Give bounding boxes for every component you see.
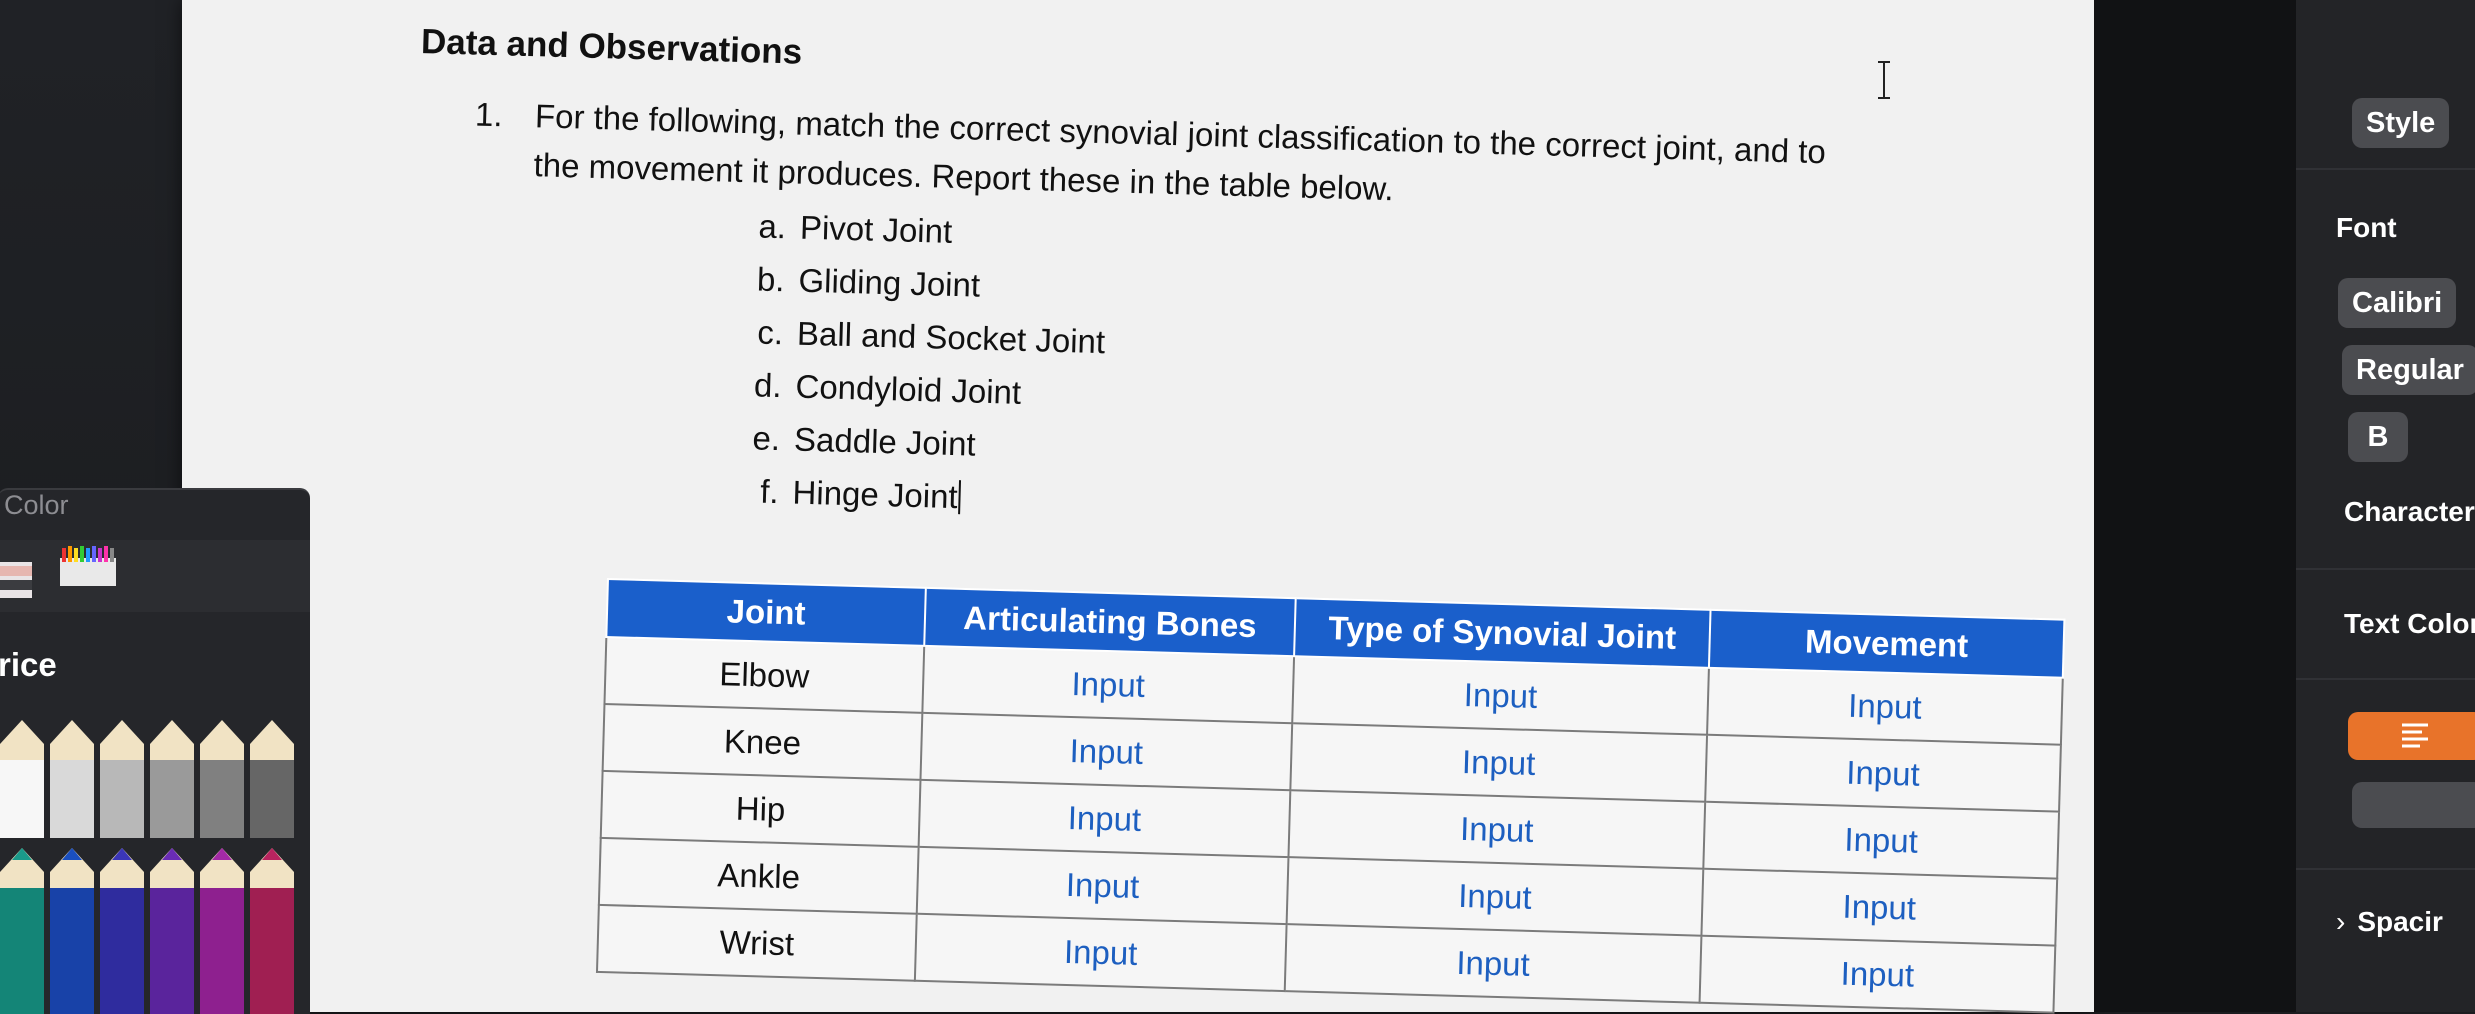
align-left-button[interactable] [2348,712,2475,760]
joint-cell: Wrist [596,904,917,981]
input-cell[interactable]: Input [914,913,1287,992]
spacing-section[interactable]: › Spacir [2336,906,2443,938]
input-cell[interactable]: Input [1707,667,2063,745]
input-cell[interactable]: Input [1288,790,1706,869]
joint-table: Joint Articulating Bones Type of Synovia… [596,578,2065,1014]
window-gap [2094,0,2296,1012]
option-label: Gliding Joint [798,261,981,304]
header-articulating-bones: Articulating Bones [924,587,1296,657]
chevron-right-icon: › [2336,906,2346,937]
divider [2296,678,2475,680]
divider [2296,568,2475,570]
input-cell[interactable]: Input [1703,801,2060,879]
input-cell[interactable]: Input [920,712,1293,791]
font-family-select[interactable]: Calibri [2338,278,2457,328]
paragraph-style-button[interactable] [2352,782,2475,828]
pencil-row-top [0,720,294,838]
bold-button[interactable]: B [2348,412,2408,462]
option-label: Hinge Joint [792,473,959,515]
joint-cell: Knee [602,703,923,780]
header-joint: Joint [606,579,926,646]
font-label: Font [2336,212,2397,243]
color-pencils-picker[interactable] [0,720,310,1014]
text-color-label: Text Color [2344,608,2475,639]
input-cell[interactable]: Input [1701,868,2058,946]
input-cell[interactable]: Input [918,779,1291,858]
document-page[interactable]: Data and Observations 1. For the followi… [182,0,2094,1014]
character-styles-label[interactable]: Character [2344,496,2475,528]
header-movement: Movement [1708,609,2065,678]
color-panel-title: Color [4,490,69,520]
divider [2296,168,2475,170]
pencils-tab-icon[interactable] [58,542,118,590]
font-style-select[interactable]: Regular [2342,345,2475,395]
joint-cell: Elbow [604,637,925,713]
color-panel[interactable]: Color rice [0,488,310,1014]
option-label: Pivot Joint [799,208,953,250]
option-label: Ball and Socket Joint [796,314,1106,360]
option-label: Condyloid Joint [795,367,1022,411]
pencil-row-bottom [0,848,294,1014]
input-cell[interactable]: Input [916,846,1289,925]
input-cell[interactable]: Input [1292,656,1709,735]
input-cell[interactable]: Input [1290,723,1708,802]
text-caret [958,479,962,514]
format-inspector: Style Font Calibri Regular B Character T… [2296,0,2475,1012]
option-label: Saddle Joint [793,420,977,463]
spacing-label: Spacir [2357,906,2443,937]
partial-label: rice [0,646,57,683]
joint-cell: Ankle [598,837,919,914]
joint-options-list: a. Pivot Joint b. Gliding Joint c. Ball and… [408,190,2056,554]
divider [2296,868,2475,870]
ibeam-cursor-icon [1878,61,1890,99]
question-number: 1. [474,95,504,134]
color-picker-tabs [0,540,310,612]
joint-cell: Hip [600,770,921,847]
input-cell[interactable]: Input [1284,924,1702,1003]
input-cell[interactable]: Input [922,645,1295,724]
input-cell[interactable]: Input [1286,857,1704,936]
document-content: Data and Observations 1. For the followi… [408,8,2061,554]
color-sliders-icon[interactable] [0,560,34,600]
input-cell[interactable]: Input [1705,734,2061,812]
align-left-icon [2402,723,2428,748]
input-cell[interactable]: Input [1699,935,2056,1013]
style-button[interactable]: Style [2352,98,2450,148]
